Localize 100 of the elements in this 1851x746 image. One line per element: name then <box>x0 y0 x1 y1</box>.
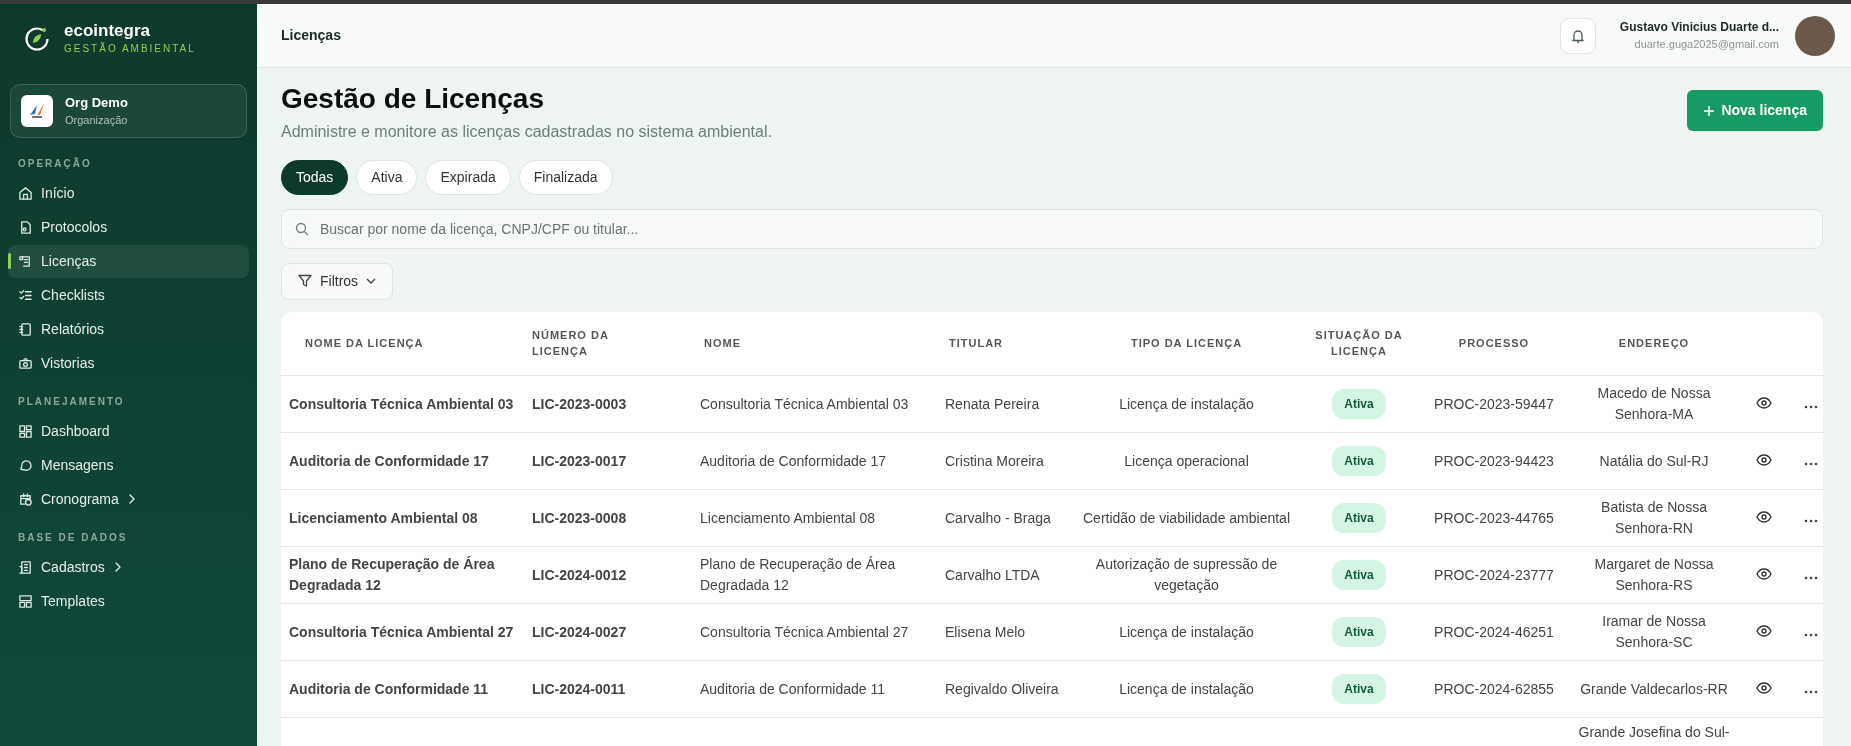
status-badge: Ativa <box>1332 617 1386 648</box>
checklist-icon <box>18 287 33 303</box>
user-avatar[interactable] <box>1795 15 1835 56</box>
view-eye-icon[interactable] <box>1754 679 1774 696</box>
view-eye-icon[interactable] <box>1754 622 1774 639</box>
leaf-logo-icon <box>24 25 50 52</box>
address-cell: Iramar de Nossa Senhora-SC <box>1602 613 1706 651</box>
search-field[interactable]: Buscar por nome da licença, CNPJ/CPF ou titular... <box>281 208 1823 249</box>
home-icon <box>18 185 33 201</box>
holder-cell: Carvalho LTDA <box>945 566 1040 583</box>
view-eye-icon[interactable] <box>1754 394 1774 411</box>
filter-tab[interactable]: Expirada <box>425 159 511 195</box>
license-number: LIC-2023-0003 <box>532 395 627 412</box>
sidebar-item[interactable]: Cronograma <box>8 482 249 516</box>
column-header: SITUAÇÃO DA LICENÇA <box>1315 328 1403 358</box>
license-number: LIC-2023-0017 <box>532 452 627 469</box>
name-cell: Auditoria de Conformidade 11 <box>700 680 885 697</box>
column-header: NOME DA LICENÇA <box>305 337 424 350</box>
filter-tab[interactable]: Finalizada <box>518 159 613 195</box>
page-title: Gestão de Licenças <box>281 82 545 116</box>
process-number: PROC-2023-59447 <box>1434 395 1554 412</box>
notebook-icon <box>18 321 33 337</box>
user-email: duarte.guga2025@gmail.com <box>1633 37 1779 53</box>
license-number: LIC-2024-0012 <box>532 566 627 583</box>
license-name: Auditoria de Conformidade 11 <box>289 680 489 697</box>
status-badge: Ativa <box>1332 560 1386 591</box>
chat-bubble-icon <box>18 457 33 473</box>
grid-icon <box>18 423 33 439</box>
process-number: PROC-2024-23777 <box>1434 566 1554 583</box>
column-header: PROCESSO <box>1458 337 1530 350</box>
license-name: Licenciamento Ambiental 08 <box>289 509 478 526</box>
organization-card[interactable]: Org Demo Organização <box>10 83 247 138</box>
brand-tagline: GESTÃO AMBIENTAL <box>64 41 196 56</box>
view-eye-icon[interactable] <box>1754 508 1774 525</box>
view-eye-icon[interactable] <box>1754 565 1774 582</box>
process-number: PROC-2023-44765 <box>1434 509 1554 526</box>
name-cell: Plano de Recuperação de Área Degradada 12 <box>700 556 896 594</box>
address-cell: Batista de Nossa Senhora-RN <box>1601 499 1707 537</box>
sidebar-section-title: OPERAÇÃO <box>17 156 93 171</box>
sidebar-item[interactable]: Cadastros <box>8 550 249 584</box>
license-name: Auditoria de Conformidade 17 <box>289 452 489 469</box>
license-number: LIC-2023-0008 <box>532 509 627 526</box>
chevron-down-icon <box>366 277 377 286</box>
new-license-button[interactable]: Nova licença <box>1687 90 1823 131</box>
plus-icon <box>1703 104 1716 117</box>
license-type: Licença de instalação <box>1119 623 1254 640</box>
name-cell: Consultoria Técnica Ambiental 03 <box>700 395 909 412</box>
sidebar-section-title: BASE DE DADOS <box>17 530 129 545</box>
filters-button[interactable]: Filtros <box>281 262 394 300</box>
holder-cell: Elisena Melo <box>945 623 1026 640</box>
name-cell: Consultoria Técnica Ambiental 27 <box>700 623 909 640</box>
document-icon <box>18 219 33 235</box>
building-icon <box>18 559 33 575</box>
filter-tab[interactable]: Todas <box>281 159 349 195</box>
sidebar-item[interactable]: Checklists <box>8 278 249 312</box>
scroll-icon <box>18 253 33 269</box>
status-badge: Ativa <box>1332 503 1386 534</box>
address-cell: Margaret de Nossa Senhora-RS <box>1594 556 1714 594</box>
breadcrumb: Licenças <box>281 26 341 45</box>
view-eye-icon[interactable] <box>1754 451 1774 468</box>
sidebar-item[interactable]: Protocolos <box>8 210 249 244</box>
sidebar-item[interactable]: Início <box>8 176 249 210</box>
process-number: PROC-2024-62855 <box>1434 680 1554 697</box>
status-badge: Ativa <box>1332 674 1386 705</box>
status-badge: Ativa <box>1332 446 1386 477</box>
sidebar-item[interactable]: Vistorias <box>8 346 249 380</box>
license-name: Consultoria Técnica Ambiental 27 <box>289 623 514 640</box>
license-type: Licença de instalação <box>1119 680 1254 697</box>
license-type: Licença operacional <box>1124 452 1249 469</box>
calendar-clock-icon <box>18 491 33 507</box>
holder-cell: Renata Pereira <box>945 395 1040 412</box>
column-header: NOME <box>704 337 741 350</box>
sidebar-item[interactable]: Mensagens <box>8 448 249 482</box>
license-name: Consultoria Técnica Ambiental 03 <box>289 395 514 412</box>
status-badge: Ativa <box>1332 389 1386 420</box>
license-name: Plano de Recuperação de Área Degradada 12 <box>289 556 495 594</box>
license-number: LIC-2024-0027 <box>532 623 627 640</box>
sidebar-item[interactable]: Templates <box>8 584 249 618</box>
address-cell: Grande Valdecarlos-RR <box>1580 680 1728 697</box>
bird-logo-icon <box>21 94 53 127</box>
layout-icon <box>18 593 33 609</box>
user-name: Gustavo Vinicius Duarte d... <box>1619 19 1779 37</box>
sidebar-section-title: PLANEJAMENTO <box>17 394 126 409</box>
notification-bell-icon[interactable] <box>1559 17 1596 54</box>
column-header: TITULAR <box>949 337 1004 350</box>
filter-icon <box>298 274 312 289</box>
camera-icon <box>18 355 33 371</box>
sidebar-item[interactable]: Dashboard <box>8 414 249 448</box>
name-cell: Auditoria de Conformidade 17 <box>700 452 886 469</box>
sidebar-item[interactable]: Relatórios <box>8 312 249 346</box>
column-header: TIPO DA LICENÇA <box>1130 337 1243 350</box>
column-header: ENDEREÇO <box>1618 337 1690 350</box>
sidebar-item[interactable]: Licenças <box>8 244 249 278</box>
holder-cell: Cristina Moreira <box>945 452 1044 469</box>
holder-cell: Carvalho - Braga <box>945 509 1051 526</box>
address-cell: Grande Josefina do Sul- <box>1578 724 1730 741</box>
address-cell: Macedo de Nossa Senhora-MA <box>1597 385 1711 423</box>
license-number: LIC-2024-0011 <box>532 680 626 697</box>
filter-tab[interactable]: Ativa <box>356 159 418 195</box>
organization-name: Org Demo <box>65 93 128 112</box>
